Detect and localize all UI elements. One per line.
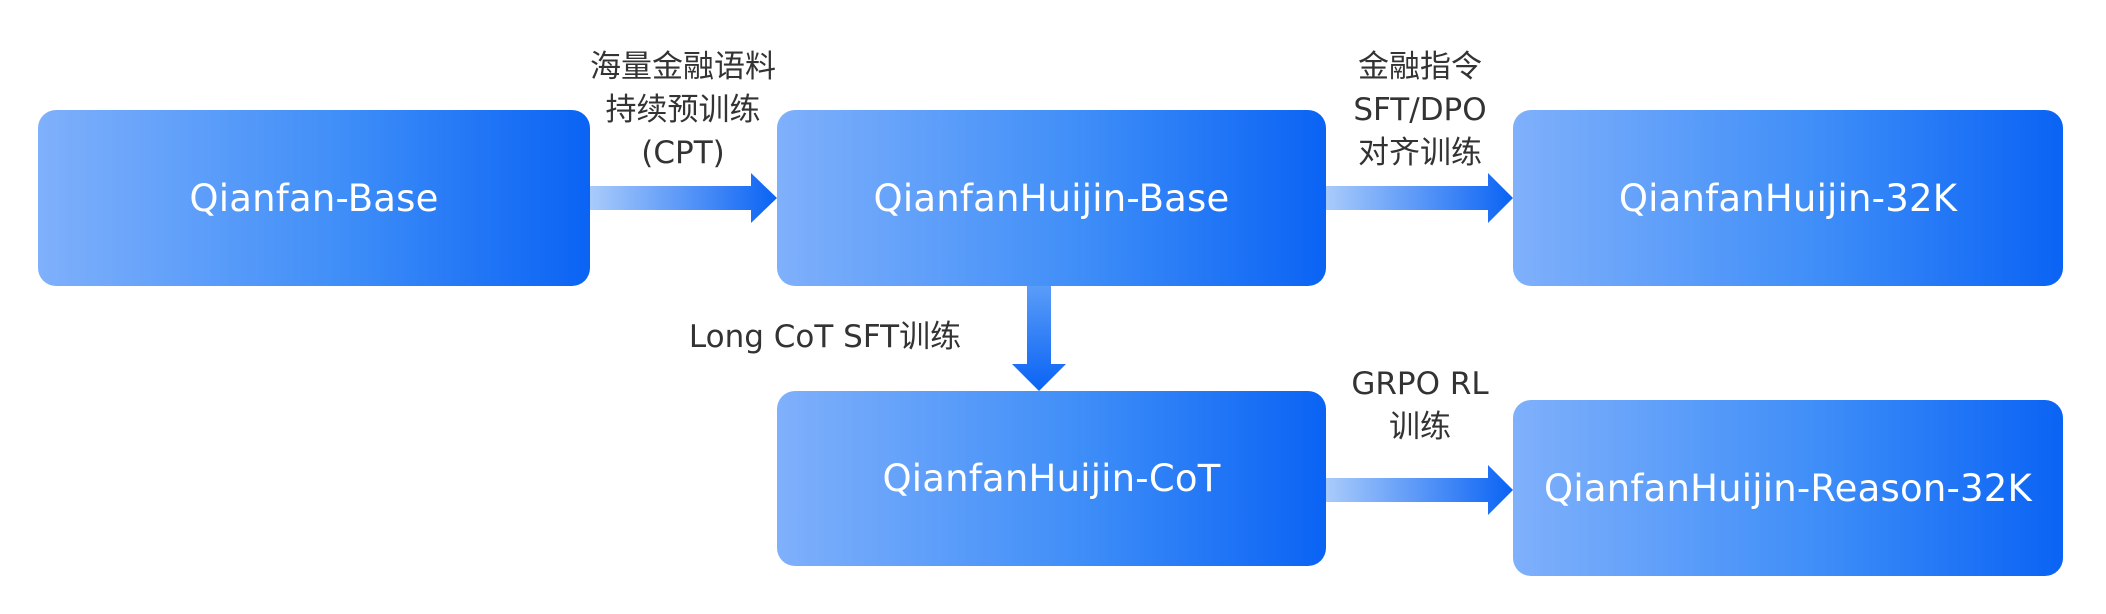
edge-label-line: 持续预训练 xyxy=(605,92,761,128)
arrow-long-cot xyxy=(1012,286,1066,391)
node-label: QianfanHuijin-CoT xyxy=(882,457,1221,500)
node-qianfanhuijin-base: QianfanHuijin-Base xyxy=(777,110,1326,286)
edge-label-line: 海量金融语料 xyxy=(590,49,776,85)
edge-label-line: GRPO RL xyxy=(1351,366,1489,402)
node-qianfan-base: Qianfan-Base xyxy=(38,110,590,286)
node-label: QianfanHuijin-Base xyxy=(873,176,1230,220)
node-label: QianfanHuijin-32K xyxy=(1618,176,1958,220)
edge-label-sft-dpo: 金融指令 SFT/DPO 对齐训练 xyxy=(1300,46,1540,175)
edge-label-line: Long CoT SFT训练 xyxy=(688,319,962,355)
arrow-cpt xyxy=(590,173,777,223)
edge-label-line: 金融指令 xyxy=(1358,49,1482,85)
node-qianfanhuijin-cot: QianfanHuijin-CoT xyxy=(777,391,1326,566)
node-qianfanhuijin-32k: QianfanHuijin-32K xyxy=(1513,110,2063,286)
arrow-grpo xyxy=(1326,465,1513,515)
edge-label-cpt: 海量金融语料 持续预训练 (CPT) xyxy=(563,46,803,175)
edge-label-line: 对齐训练 xyxy=(1358,135,1482,171)
node-label: Qianfan-Base xyxy=(189,176,439,220)
edge-label-long-cot: Long CoT SFT训练 xyxy=(660,316,990,359)
node-qianfanhuijin-reason-32k: QianfanHuijin-Reason-32K xyxy=(1513,400,2063,576)
arrow-sft-dpo xyxy=(1326,173,1513,223)
edge-label-grpo: GRPO RL 训练 xyxy=(1330,363,1510,449)
edge-label-line: 训练 xyxy=(1389,409,1451,445)
edge-label-line: SFT/DPO xyxy=(1353,92,1487,128)
node-label: QianfanHuijin-Reason-32K xyxy=(1544,466,2032,510)
edge-label-line: (CPT) xyxy=(641,135,725,171)
